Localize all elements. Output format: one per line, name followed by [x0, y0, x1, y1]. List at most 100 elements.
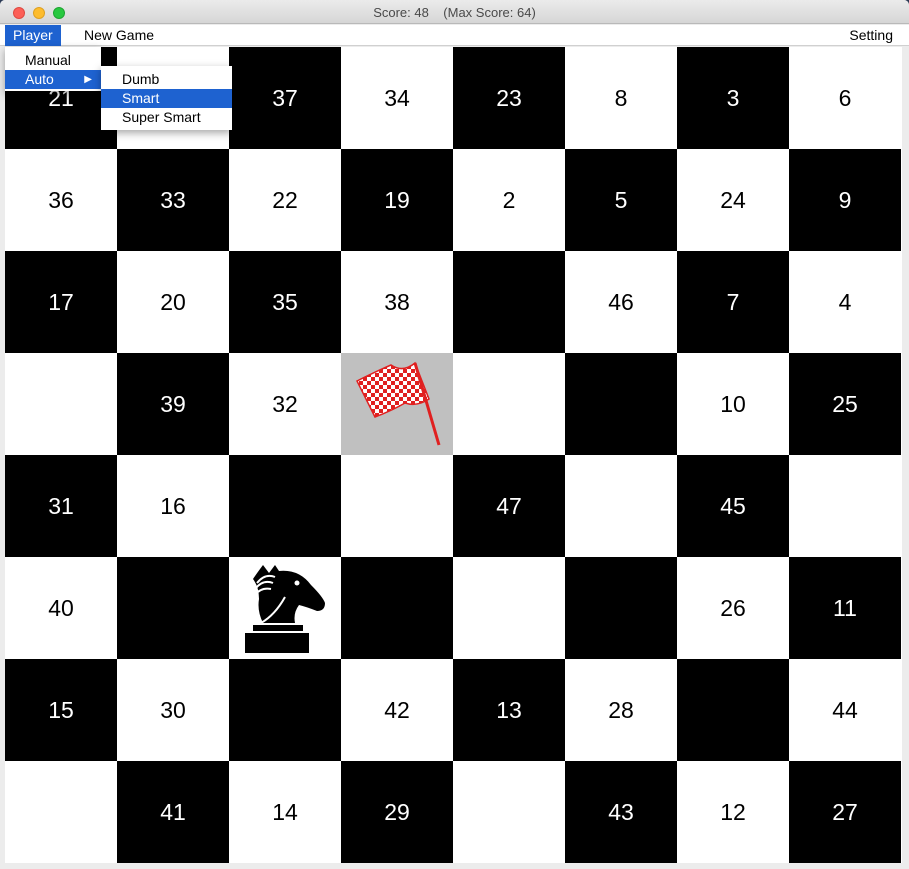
cell-number: 4 — [838, 288, 852, 315]
board-cell-r5-c0[interactable]: 40 — [5, 557, 117, 659]
board-cell-r5-c4[interactable] — [453, 557, 565, 659]
board-cell-r3-c5[interactable] — [565, 353, 677, 455]
board-cell-r0-c7[interactable]: 6 — [789, 47, 901, 149]
board-cell-r1-c4[interactable]: 2 — [453, 149, 565, 251]
cell-number: 6 — [838, 84, 852, 111]
board-cell-r7-c0[interactable] — [5, 761, 117, 863]
board-cell-r0-c5[interactable]: 8 — [565, 47, 677, 149]
cell-number: 35 — [272, 288, 298, 315]
board-cell-r6-c6[interactable] — [677, 659, 789, 761]
menu-item-manual[interactable]: Manual — [5, 51, 101, 70]
cell-number: 15 — [48, 696, 74, 723]
board-cell-r1-c0[interactable]: 36 — [5, 149, 117, 251]
board-cell-r2-c0[interactable]: 17 — [5, 251, 117, 353]
board-cell-r1-c6[interactable]: 24 — [677, 149, 789, 251]
cell-number: 47 — [496, 492, 522, 519]
menu-item-auto-label: Auto — [25, 71, 54, 87]
board-cell-r7-c7[interactable]: 27 — [789, 761, 901, 863]
board-cell-r7-c6[interactable]: 12 — [677, 761, 789, 863]
cell-number: 42 — [384, 696, 410, 723]
board-cell-r3-c4[interactable] — [453, 353, 565, 455]
board-cell-r2-c4[interactable] — [453, 251, 565, 353]
menu-setting[interactable]: Setting — [841, 25, 901, 46]
cell-number: 24 — [720, 186, 746, 213]
board-cell-r0-c2[interactable]: 37 — [229, 47, 341, 149]
menu-item-manual-label: Manual — [25, 52, 71, 68]
board-cell-r3-c3[interactable] — [341, 353, 453, 455]
cell-number: 30 — [160, 696, 186, 723]
cell-number: 8 — [614, 84, 628, 111]
cell-number: 29 — [384, 798, 410, 825]
cell-number: 33 — [160, 186, 186, 213]
board-cell-r7-c5[interactable]: 43 — [565, 761, 677, 863]
board-cell-r1-c1[interactable]: 33 — [117, 149, 229, 251]
board-cell-r0-c4[interactable]: 23 — [453, 47, 565, 149]
cell-number: 10 — [720, 390, 746, 417]
board-cell-r7-c2[interactable]: 14 — [229, 761, 341, 863]
board-cell-r4-c1[interactable]: 16 — [117, 455, 229, 557]
board-cell-r6-c2[interactable] — [229, 659, 341, 761]
board-cell-r3-c7[interactable]: 25 — [789, 353, 901, 455]
board-cell-r0-c3[interactable]: 34 — [341, 47, 453, 149]
board-cell-r5-c2[interactable] — [229, 557, 341, 659]
board-cell-r2-c2[interactable]: 35 — [229, 251, 341, 353]
board-cell-r2-c1[interactable]: 20 — [117, 251, 229, 353]
board-cell-r4-c3[interactable] — [341, 455, 453, 557]
board-cell-r6-c1[interactable]: 30 — [117, 659, 229, 761]
menu-player[interactable]: Player — [5, 25, 61, 46]
board-cell-r3-c1[interactable]: 39 — [117, 353, 229, 455]
title-bar: Score: 48 (Max Score: 64) — [0, 0, 909, 24]
board-cell-r1-c7[interactable]: 9 — [789, 149, 901, 251]
board-cell-r6-c3[interactable]: 42 — [341, 659, 453, 761]
cell-number: 37 — [272, 84, 298, 111]
board-cell-r2-c3[interactable]: 38 — [341, 251, 453, 353]
cell-number: 27 — [832, 798, 858, 825]
board-cell-r5-c7[interactable]: 11 — [789, 557, 901, 659]
board-cell-r7-c4[interactable] — [453, 761, 565, 863]
board-cell-r3-c6[interactable]: 10 — [677, 353, 789, 455]
board-cell-r4-c5[interactable] — [565, 455, 677, 557]
menu-item-auto[interactable]: Auto ▶ — [5, 70, 101, 89]
board-cell-r1-c3[interactable]: 19 — [341, 149, 453, 251]
board-cell-r4-c7[interactable] — [789, 455, 901, 557]
board-cell-r0-c6[interactable]: 3 — [677, 47, 789, 149]
board-cell-r4-c4[interactable]: 47 — [453, 455, 565, 557]
board-cell-r1-c5[interactable]: 5 — [565, 149, 677, 251]
board-cell-r4-c6[interactable]: 45 — [677, 455, 789, 557]
cell-number: 22 — [272, 186, 298, 213]
menu-bar: Player New Game Setting — [0, 25, 909, 46]
board-cell-r5-c5[interactable] — [565, 557, 677, 659]
board-cell-r6-c7[interactable]: 44 — [789, 659, 901, 761]
board-cell-r3-c2[interactable]: 32 — [229, 353, 341, 455]
menu-item-smart[interactable]: Smart — [101, 89, 232, 108]
cell-number: 23 — [496, 84, 522, 111]
board-cell-r6-c5[interactable]: 28 — [565, 659, 677, 761]
menu-new-game[interactable]: New Game — [76, 25, 162, 46]
board-cell-r6-c4[interactable]: 13 — [453, 659, 565, 761]
game-window: Score: 48 (Max Score: 64) Player New Gam… — [0, 0, 909, 869]
board-cell-r4-c2[interactable] — [229, 455, 341, 557]
knight-icon — [245, 565, 325, 653]
board-cell-r2-c5[interactable]: 46 — [565, 251, 677, 353]
board-cell-r3-c0[interactable] — [5, 353, 117, 455]
checkered-flag-icon — [355, 361, 441, 446]
cell-number: 20 — [160, 288, 186, 315]
cell-number: 2 — [502, 186, 516, 213]
menu-item-super-smart[interactable]: Super Smart — [101, 108, 232, 127]
cell-number: 12 — [720, 798, 746, 825]
board-cell-r2-c7[interactable]: 4 — [789, 251, 901, 353]
cell-number: 36 — [48, 186, 74, 213]
board-cell-r5-c3[interactable] — [341, 557, 453, 659]
board-cell-r6-c0[interactable]: 15 — [5, 659, 117, 761]
board-cell-r7-c1[interactable]: 41 — [117, 761, 229, 863]
cell-number: 39 — [160, 390, 186, 417]
cell-number: 26 — [720, 594, 746, 621]
board-cell-r5-c6[interactable]: 26 — [677, 557, 789, 659]
board-cell-r7-c3[interactable]: 29 — [341, 761, 453, 863]
cell-number: 40 — [48, 594, 74, 621]
board-cell-r1-c2[interactable]: 22 — [229, 149, 341, 251]
board-cell-r2-c6[interactable]: 7 — [677, 251, 789, 353]
board-cell-r4-c0[interactable]: 31 — [5, 455, 117, 557]
menu-item-dumb[interactable]: Dumb — [101, 70, 232, 89]
board-cell-r5-c1[interactable] — [117, 557, 229, 659]
